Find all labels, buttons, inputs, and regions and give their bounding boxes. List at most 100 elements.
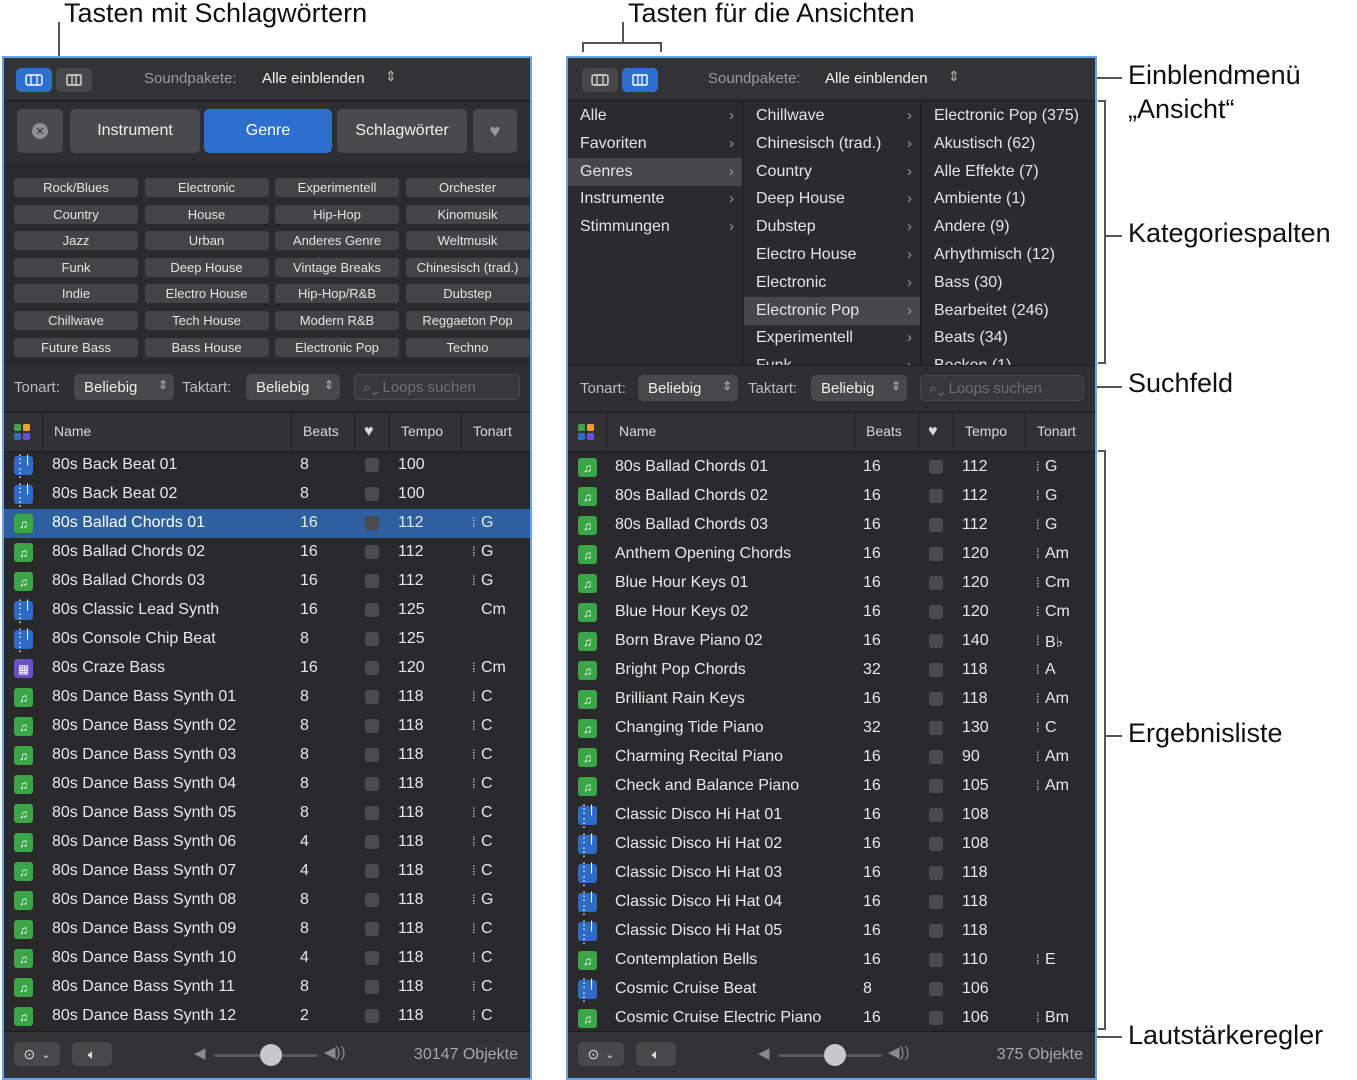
column-header-beats[interactable]: Beats xyxy=(303,423,339,439)
table-row[interactable]: ⋮|⋮ 80s Back Beat 01 8 100 xyxy=(4,451,530,480)
table-row[interactable]: ♫ 80s Dance Bass Synth 04 8 118 ⁞ C xyxy=(4,770,530,799)
favorite-checkbox[interactable] xyxy=(365,893,379,907)
table-row[interactable]: ⋮|⋮ 80s Back Beat 02 8 100 xyxy=(4,480,530,509)
favorite-checkbox[interactable] xyxy=(929,982,943,996)
genre-item[interactable]: Dubstep › xyxy=(744,213,920,241)
table-row[interactable]: ♫ Brilliant Rain Keys 16 118 ⁞ Am xyxy=(568,685,1095,714)
volume-slider-knob[interactable] xyxy=(260,1044,283,1066)
genre-item[interactable]: Electro House › xyxy=(744,241,920,269)
category-item[interactable]: Alle › xyxy=(568,102,742,130)
reset-keywords-button[interactable]: ✕ xyxy=(17,109,63,153)
table-row[interactable]: ♫ Contemplation Bells 16 110 ⁞ E xyxy=(568,946,1095,975)
favorite-checkbox[interactable] xyxy=(929,547,943,561)
favorite-checkbox[interactable] xyxy=(365,632,379,646)
table-row[interactable]: ♫ 80s Ballad Chords 02 16 112 ⁞ G xyxy=(568,482,1095,511)
column-view-button[interactable] xyxy=(56,68,92,92)
keyword-button[interactable]: Urban xyxy=(144,231,269,251)
more-options-button[interactable]: ⊙ ⌄ xyxy=(578,1042,624,1066)
favorite-checkbox[interactable] xyxy=(365,951,379,965)
genre-item[interactable]: Chillwave › xyxy=(744,102,920,130)
keyword-view-button[interactable] xyxy=(582,68,618,92)
table-row[interactable]: ♫ 80s Ballad Chords 03 16 112 ⁞ G xyxy=(568,511,1095,540)
keyword-button[interactable]: Jazz xyxy=(14,231,138,251)
table-row[interactable]: ♫ Cosmic Cruise Electric Piano 16 106 ⁞ Bm xyxy=(568,1004,1095,1033)
table-row[interactable]: ⋮|⋮ Classic Disco Hi Hat 02 16 108 xyxy=(568,830,1095,859)
soundpacks-popup[interactable]: Alle einblenden xyxy=(262,70,365,87)
favorite-checkbox[interactable] xyxy=(929,518,943,532)
favorite-checkbox[interactable] xyxy=(365,487,379,501)
table-row[interactable]: ♫ Bright Pop Chords 32 118 ⁞ A xyxy=(568,656,1095,685)
table-row[interactable]: ⋮|⋮ Classic Disco Hi Hat 01 16 108 xyxy=(568,801,1095,830)
favorites-filter-button[interactable]: ♥ xyxy=(473,109,517,153)
keyword-button[interactable]: Kinomusik xyxy=(405,204,530,224)
column-header-beats[interactable]: Beats xyxy=(866,423,902,439)
type-column-icon[interactable] xyxy=(578,424,594,443)
table-row[interactable]: ▦ 80s Craze Bass 16 120 ⁞ Cm xyxy=(4,654,530,683)
time-signature-popup[interactable]: Beliebig ⇕ xyxy=(246,374,340,400)
table-row[interactable]: ♫ 80s Dance Bass Synth 09 8 118 ⁞ C xyxy=(4,915,530,944)
keyword-button[interactable]: Vintage Breaks xyxy=(275,257,399,277)
keyword-button[interactable]: House xyxy=(144,204,269,224)
preview-speaker-button[interactable]: 🔈︎ xyxy=(636,1042,676,1066)
column-header-favorite[interactable]: ♥ xyxy=(928,423,938,441)
keyword-button[interactable]: Chillwave xyxy=(14,311,138,330)
table-row[interactable]: ♫ 80s Dance Bass Synth 01 8 118 ⁞ C xyxy=(4,683,530,712)
column-header-favorite[interactable]: ♥ xyxy=(364,423,374,441)
favorite-checkbox[interactable] xyxy=(929,895,943,909)
table-row[interactable]: ⋮|⋮ Cosmic Cruise Beat 8 106 xyxy=(568,975,1095,1004)
table-row[interactable]: ♫ 80s Dance Bass Synth 06 4 118 ⁞ C xyxy=(4,828,530,857)
table-row[interactable]: ♫ Blue Hour Keys 02 16 120 ⁞ Cm xyxy=(568,598,1095,627)
more-options-button[interactable]: ⊙ ⌄ xyxy=(14,1042,60,1066)
keyword-button[interactable]: Modern R&B xyxy=(275,311,399,330)
keyword-button[interactable]: Reggaeton Pop xyxy=(405,311,530,330)
genre-item[interactable]: Electronic › xyxy=(744,269,920,297)
subcategory-item[interactable]: Alle Effekte (7) xyxy=(922,158,1095,186)
favorite-checkbox[interactable] xyxy=(365,719,379,733)
keyword-view-button[interactable] xyxy=(16,68,52,92)
subcategory-item[interactable]: Electronic Pop (375) xyxy=(922,102,1095,130)
favorite-checkbox[interactable] xyxy=(929,634,943,648)
table-row[interactable]: ♫ 80s Ballad Chords 03 16 112 ⁞ G xyxy=(4,567,530,596)
table-row[interactable]: ♫ Born Brave Piano 02 16 140 ⁞ B♭ xyxy=(568,627,1095,656)
table-row[interactable]: ♫ Check and Balance Piano 16 105 ⁞ Am xyxy=(568,772,1095,801)
column-header-name[interactable]: Name xyxy=(54,423,91,439)
keyword-button[interactable]: Electronic xyxy=(144,178,269,197)
favorite-checkbox[interactable] xyxy=(929,692,943,706)
table-row[interactable]: ♫ Charming Recital Piano 16 90 ⁞ Am xyxy=(568,743,1095,772)
table-row[interactable]: ♫ Anthem Opening Chords 16 120 ⁞ Am xyxy=(568,540,1095,569)
favorite-checkbox[interactable] xyxy=(929,953,943,967)
keyword-button[interactable]: Electronic Pop xyxy=(275,337,399,357)
keyword-button[interactable]: Anderes Genre xyxy=(275,231,399,251)
favorite-checkbox[interactable] xyxy=(929,837,943,851)
keyword-button[interactable]: Hip-Hop xyxy=(275,204,399,224)
favorite-checkbox[interactable] xyxy=(929,779,943,793)
table-row[interactable]: ⋮|⋮ Classic Disco Hi Hat 04 16 118 xyxy=(568,888,1095,917)
tab-keywords[interactable]: Schlagwörter xyxy=(337,109,467,153)
favorite-checkbox[interactable] xyxy=(929,750,943,764)
search-field[interactable]: ⌕⌄ Loops suchen xyxy=(920,375,1084,401)
category-item[interactable]: Genres › xyxy=(568,157,742,186)
table-row[interactable]: ♫ 80s Dance Bass Synth 10 4 118 ⁞ C xyxy=(4,944,530,973)
favorite-checkbox[interactable] xyxy=(929,576,943,590)
key-popup[interactable]: Beliebig ⇕ xyxy=(638,375,738,401)
favorite-checkbox[interactable] xyxy=(365,574,379,588)
table-row[interactable]: ⋮|⋮ 80s Console Chip Beat 8 125 xyxy=(4,625,530,654)
key-popup[interactable]: Beliebig ⇕ xyxy=(74,374,174,400)
favorite-checkbox[interactable] xyxy=(929,489,943,503)
subcategory-item[interactable]: Arhythmisch (12) xyxy=(922,241,1095,269)
keyword-button[interactable]: Hip-Hop/R&B xyxy=(275,284,399,304)
table-row[interactable]: ⋮|⋮ Classic Disco Hi Hat 05 16 118 xyxy=(568,917,1095,946)
favorite-checkbox[interactable] xyxy=(365,661,379,675)
table-row[interactable]: ♫ 80s Ballad Chords 01 16 112 ⁞ G xyxy=(4,509,530,538)
subcategory-item[interactable]: Ambiente (1) xyxy=(922,185,1095,213)
favorite-checkbox[interactable] xyxy=(365,777,379,791)
search-field[interactable]: ⌕⌄ Loops suchen xyxy=(354,374,520,400)
genre-item[interactable]: Deep House › xyxy=(744,185,920,213)
keyword-button[interactable]: Deep House xyxy=(144,257,269,277)
keyword-button[interactable]: Tech House xyxy=(144,311,269,330)
genre-item[interactable]: Chinesisch (trad.) › xyxy=(744,130,920,158)
favorite-checkbox[interactable] xyxy=(365,980,379,994)
keyword-button[interactable]: Future Bass xyxy=(14,337,138,357)
favorite-checkbox[interactable] xyxy=(365,864,379,878)
keyword-button[interactable]: Funk xyxy=(14,257,138,277)
